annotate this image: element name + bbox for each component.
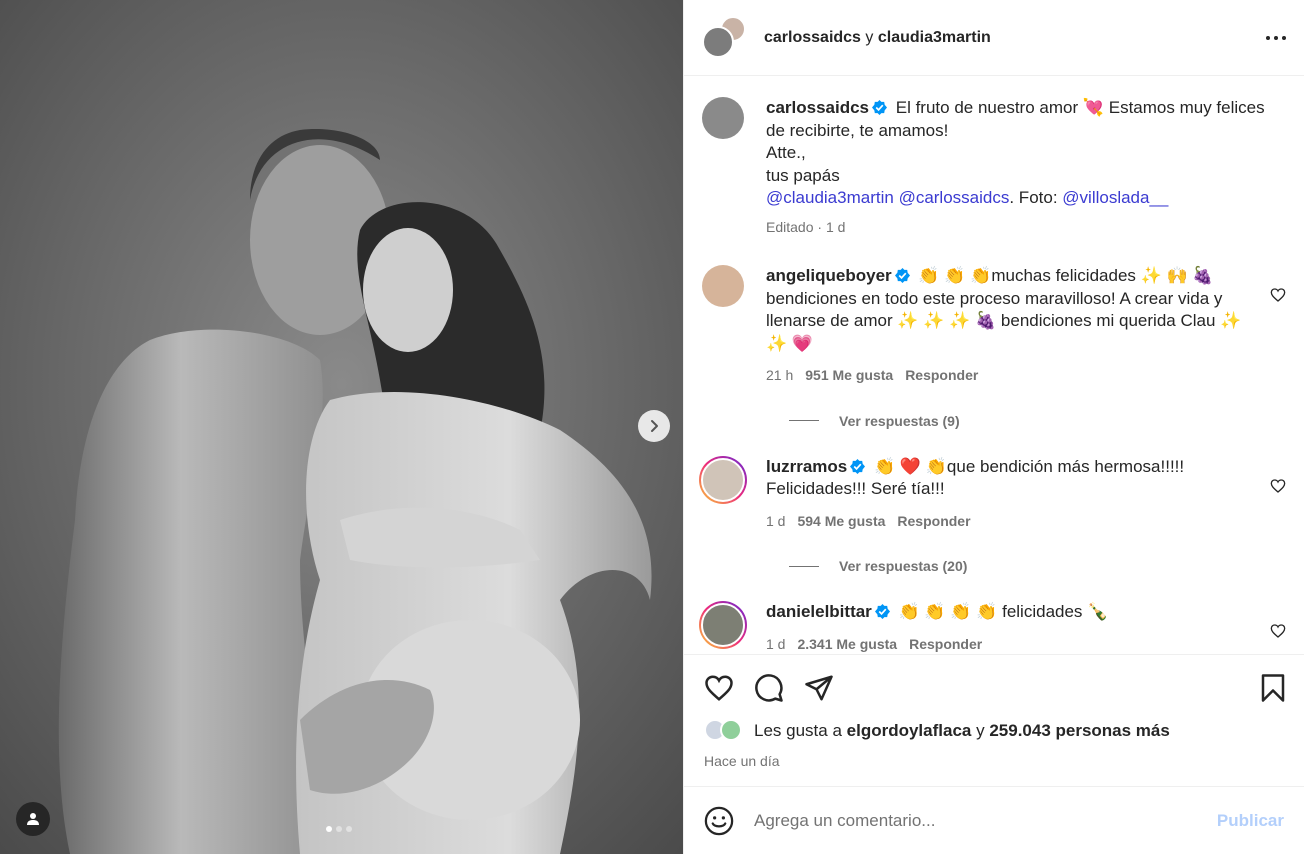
comment: danielelbittar 👏 👏 👏 👏 felicidades 🍾 1 d… xyxy=(699,601,1286,655)
liker-avatars xyxy=(704,719,748,743)
heart-icon[interactable] xyxy=(704,673,734,703)
mention-link[interactable]: @villoslada__ xyxy=(1062,188,1168,207)
reply-button[interactable]: Responder xyxy=(905,367,978,383)
user-tag-icon xyxy=(27,813,39,825)
bookmark-icon[interactable] xyxy=(1258,673,1288,703)
comment-username[interactable]: angeliqueboyer xyxy=(766,266,892,285)
comment-text: 👏 👏 👏 👏 felicidades 🍾 xyxy=(898,602,1109,621)
tagged-users-button[interactable] xyxy=(16,802,50,836)
avatar xyxy=(720,719,742,741)
comment-username[interactable]: luzrramos xyxy=(766,457,847,476)
replies-line xyxy=(789,420,819,421)
post-authors: carlossaidcs y claudia3martin xyxy=(764,29,1264,47)
avatar[interactable] xyxy=(702,265,744,307)
view-replies-button[interactable]: Ver respuestas (20) xyxy=(789,556,1284,576)
post-actions: Les gusta a elgordoylaflaca y 259.043 pe… xyxy=(684,654,1304,786)
post-time[interactable]: Hace un día xyxy=(704,753,1288,769)
comment-likes[interactable]: 594 Me gusta xyxy=(797,513,885,529)
like-comment-heart-icon[interactable] xyxy=(1270,623,1286,639)
liker-username[interactable]: elgordoylaflaca xyxy=(847,721,972,741)
chevron-right-icon xyxy=(651,420,658,432)
likes-prefix: Les gusta a xyxy=(754,721,842,740)
add-comment-bar: Publicar xyxy=(684,786,1304,854)
more-options-button[interactable] xyxy=(1264,26,1288,50)
comment-meta: 1 d 594 Me gusta Responder xyxy=(766,510,1254,533)
comment-icon[interactable] xyxy=(754,673,784,703)
verified-badge-icon xyxy=(894,268,910,283)
like-comment-heart-icon[interactable] xyxy=(1270,478,1286,494)
carousel-dot-active xyxy=(326,826,332,832)
avatar xyxy=(702,25,734,58)
view-replies-label: Ver respuestas (20) xyxy=(839,558,968,574)
caption-text: tus papás xyxy=(766,165,840,185)
verified-badge-icon xyxy=(874,604,890,619)
comment: luzrramos 👏 ❤️ 👏que bendición más hermos… xyxy=(699,455,1286,533)
view-replies-label: Ver respuestas (9) xyxy=(839,412,960,429)
post-header: carlossaidcs y claudia3martin xyxy=(684,0,1304,76)
author-username[interactable]: carlossaidcs xyxy=(764,29,861,46)
caption-text: . Foto: xyxy=(1009,188,1063,207)
post-photo xyxy=(0,0,683,854)
reply-button[interactable]: Responder xyxy=(909,636,982,652)
comment-username[interactable]: danielelbittar xyxy=(766,602,872,621)
avatar[interactable] xyxy=(702,97,744,139)
collab-avatars[interactable] xyxy=(702,15,746,58)
comment-meta: 21 h 951 Me gusta Responder xyxy=(766,364,1254,387)
post-details-panel: carlossaidcs y claudia3martin carlossaid… xyxy=(683,0,1304,854)
caption-time[interactable]: 1 d xyxy=(826,219,845,235)
comment-time[interactable]: 1 d xyxy=(766,636,785,652)
carousel-dot xyxy=(346,826,352,832)
comments-list[interactable]: carlossaidcs El fruto de nuestro amor 💘 … xyxy=(684,77,1304,654)
comment-input[interactable] xyxy=(754,810,1217,831)
post-comment-button[interactable]: Publicar xyxy=(1217,811,1284,831)
post-media[interactable] xyxy=(0,0,683,854)
comment: angeliqueboyer 👏 👏 👏muchas felicidades ✨… xyxy=(702,265,1286,387)
avatar[interactable] xyxy=(699,601,747,649)
verified-badge-icon xyxy=(850,458,866,474)
separator: · xyxy=(813,218,826,235)
comment-time[interactable]: 1 d xyxy=(766,513,785,529)
comment-meta: 1 d 2.341 Me gusta Responder xyxy=(766,633,1254,655)
coauthor-username[interactable]: claudia3martin xyxy=(878,29,991,46)
authors-conjunction: y xyxy=(865,28,874,46)
like-comment-heart-icon[interactable] xyxy=(1270,287,1286,303)
carousel-indicator xyxy=(326,826,352,832)
comment-likes[interactable]: 2.341 Me gusta xyxy=(797,636,897,652)
likes-summary: Les gusta a elgordoylaflaca y 259.043 pe… xyxy=(704,719,1288,743)
edited-label: Editado xyxy=(766,218,814,235)
post-caption: carlossaidcs El fruto de nuestro amor 💘 … xyxy=(702,97,1284,238)
carousel-dot xyxy=(336,826,342,832)
comment-time[interactable]: 21 h xyxy=(766,367,793,383)
carousel-next-button[interactable] xyxy=(638,410,670,442)
share-icon[interactable] xyxy=(804,673,834,703)
caption-username[interactable]: carlossaidcs xyxy=(766,98,869,117)
mention-link[interactable]: @carlossaidcs xyxy=(899,188,1010,207)
reply-button[interactable]: Responder xyxy=(897,513,970,529)
replies-line xyxy=(789,565,819,567)
likes-middle: y xyxy=(976,721,985,740)
view-replies-button[interactable]: Ver respuestas (9) xyxy=(789,411,1284,431)
more-icon xyxy=(1266,35,1286,40)
avatar[interactable] xyxy=(699,455,747,504)
emoji-icon[interactable] xyxy=(704,806,734,836)
caption-text: Atte., xyxy=(766,143,806,162)
mention-link[interactable]: @claudia3martin xyxy=(766,188,894,207)
likes-count[interactable]: 259.043 personas más xyxy=(989,721,1170,741)
caption-meta: Editado · 1 d xyxy=(766,216,1274,239)
comment-likes[interactable]: 951 Me gusta xyxy=(805,367,893,383)
verified-badge-icon xyxy=(872,100,888,115)
